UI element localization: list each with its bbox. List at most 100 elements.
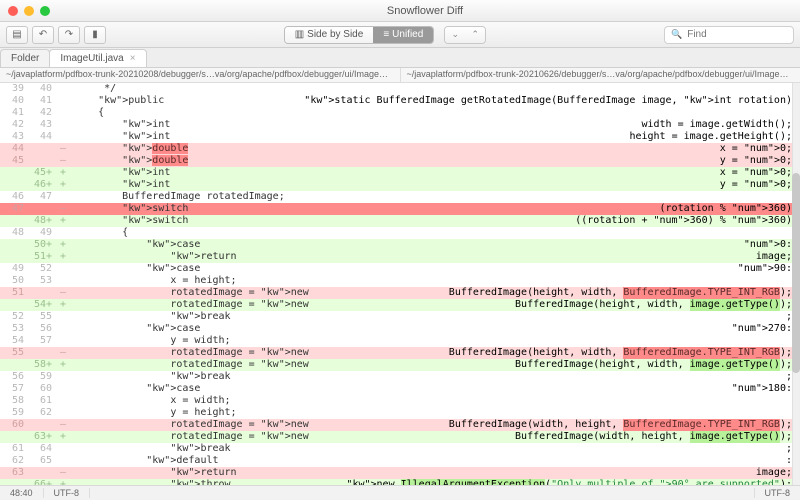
close-icon[interactable] bbox=[8, 6, 18, 16]
left-lineno bbox=[0, 239, 28, 251]
save-icon: ▤ bbox=[12, 29, 21, 40]
close-tab-icon[interactable]: × bbox=[130, 53, 136, 64]
diff-row[interactable]: 3940 */ bbox=[0, 83, 792, 95]
diff-marker: — bbox=[56, 287, 70, 299]
right-lineno: 48+ bbox=[28, 215, 56, 227]
diff-row[interactable]: 4142 { bbox=[0, 107, 792, 119]
next-diff-button[interactable]: ⌃ bbox=[465, 27, 485, 43]
diff-row[interactable]: 4243 "kw">int width = image.getWidth(); bbox=[0, 119, 792, 131]
prev-diff-button[interactable]: ⌄ bbox=[445, 27, 465, 43]
diff-row[interactable]: 4849 { bbox=[0, 227, 792, 239]
diff-row[interactable]: 45— "kw">double y = "num">0; bbox=[0, 155, 792, 167]
diff-marker: — bbox=[56, 143, 70, 155]
diff-row[interactable]: 51— rotatedImage = "kw">new BufferedImag… bbox=[0, 287, 792, 299]
code-text: "kw">double bbox=[70, 155, 714, 167]
statusbar: 48:40 UTF-8 UTF-8 bbox=[0, 485, 800, 500]
diff-row[interactable]: 44— "kw">double x = "num">0; bbox=[0, 143, 792, 155]
code-text: "kw">int bbox=[70, 167, 714, 179]
diff-row[interactable]: 5457 y = width; bbox=[0, 335, 792, 347]
scrollbar[interactable] bbox=[792, 83, 800, 485]
diff-row[interactable]: 5659 "kw">break; bbox=[0, 371, 792, 383]
right-lineno: 52 bbox=[28, 263, 56, 275]
left-lineno bbox=[0, 359, 28, 371]
code-lines[interactable]: 3940 */4041 "kw">public "kw">static Buff… bbox=[0, 83, 792, 485]
diff-row[interactable]: 51++ "kw">return image; bbox=[0, 251, 792, 263]
diff-row[interactable]: 63— "kw">return image; bbox=[0, 467, 792, 479]
undo-button[interactable]: ↶ bbox=[32, 26, 54, 44]
diff-row[interactable]: 4952 "kw">case "num">90: bbox=[0, 263, 792, 275]
diff-row[interactable]: 5356 "kw">case "num">270: bbox=[0, 323, 792, 335]
diff-marker bbox=[56, 335, 70, 347]
diff-row[interactable]: 60— rotatedImage = "kw">new BufferedImag… bbox=[0, 419, 792, 431]
right-lineno: 54+ bbox=[28, 299, 56, 311]
redo-button[interactable]: ↷ bbox=[58, 26, 80, 44]
tabbar: Folder ImageUtil.java× bbox=[0, 48, 800, 68]
left-lineno: 41 bbox=[0, 107, 28, 119]
minimize-icon[interactable] bbox=[24, 6, 34, 16]
right-lineno: 64 bbox=[28, 443, 56, 455]
diff-row[interactable]: 54++ rotatedImage = "kw">new BufferedIma… bbox=[0, 299, 792, 311]
left-lineno bbox=[0, 215, 28, 227]
diff-row[interactable]: 58++ rotatedImage = "kw">new BufferedIma… bbox=[0, 359, 792, 371]
diff-row[interactable]: 50++ "kw">case "num">0: bbox=[0, 239, 792, 251]
diff-row[interactable]: 6265 "kw">default: bbox=[0, 455, 792, 467]
diff-row[interactable]: 5053 x = height; bbox=[0, 275, 792, 287]
diff-row[interactable]: 55— rotatedImage = "kw">new BufferedImag… bbox=[0, 347, 792, 359]
code-text: */ bbox=[70, 83, 792, 95]
save-button[interactable]: ▤ bbox=[6, 26, 28, 44]
code-text: rotatedImage = "kw">new bbox=[70, 419, 443, 431]
diff-row[interactable]: 47— "kw">switch (rotation % "num">360) bbox=[0, 203, 792, 215]
right-lineno: 57 bbox=[28, 335, 56, 347]
right-lineno: 41 bbox=[28, 95, 56, 107]
diff-marker bbox=[56, 383, 70, 395]
code-text: "kw">throw bbox=[70, 479, 346, 485]
code-text: "kw">break bbox=[70, 371, 786, 383]
left-lineno: 49 bbox=[0, 263, 28, 275]
search-icon: 🔍 bbox=[671, 29, 682, 40]
right-lineno: 46+ bbox=[28, 179, 56, 191]
code-text: rotatedImage = "kw">new bbox=[70, 431, 509, 443]
window-title: Snowflower Diff bbox=[58, 5, 792, 17]
diff-row[interactable]: 5962 y = height; bbox=[0, 407, 792, 419]
sidebar-toggle[interactable]: ▮ bbox=[84, 26, 106, 44]
diff-row[interactable]: 63++ rotatedImage = "kw">new BufferedIma… bbox=[0, 431, 792, 443]
right-lineno: 44 bbox=[28, 131, 56, 143]
view-unified[interactable]: ≡Unified bbox=[373, 27, 433, 43]
right-lineno: 49 bbox=[28, 227, 56, 239]
view-sidebyside[interactable]: ▥Side by Side bbox=[285, 27, 374, 43]
code-text: x = width; bbox=[70, 395, 792, 407]
search-input[interactable] bbox=[687, 29, 787, 40]
diff-row[interactable]: 66++ "kw">throw "kw">new IllegalArgument… bbox=[0, 479, 792, 485]
diff-marker: + bbox=[56, 359, 70, 371]
diff-row[interactable]: 45++ "kw">int x = "num">0; bbox=[0, 167, 792, 179]
tab-folder[interactable]: Folder bbox=[0, 49, 50, 67]
diff-marker: + bbox=[56, 167, 70, 179]
right-lineno bbox=[28, 155, 56, 167]
code-text: "kw">break bbox=[70, 443, 786, 455]
diff-row[interactable]: 4647 BufferedImage rotatedImage; bbox=[0, 191, 792, 203]
diff-row[interactable]: 4041 "kw">public "kw">static BufferedIma… bbox=[0, 95, 792, 107]
code-text: "kw">switch bbox=[70, 215, 569, 227]
right-lineno: 50+ bbox=[28, 239, 56, 251]
cursor-pos: 48:40 bbox=[0, 488, 44, 498]
diff-row[interactable]: 5255 "kw">break; bbox=[0, 311, 792, 323]
diff-row[interactable]: 46++ "kw">int y = "num">0; bbox=[0, 179, 792, 191]
zoom-icon[interactable] bbox=[40, 6, 50, 16]
left-lineno: 56 bbox=[0, 371, 28, 383]
diff-row[interactable]: 5760 "kw">case "num">180: bbox=[0, 383, 792, 395]
encoding-left: UTF-8 bbox=[44, 488, 91, 498]
diff-marker bbox=[56, 95, 70, 107]
search-field[interactable]: 🔍 bbox=[664, 26, 794, 44]
diff-row[interactable]: 4344 "kw">int height = image.getHeight()… bbox=[0, 131, 792, 143]
redo-icon: ↷ bbox=[65, 29, 73, 40]
right-lineno: 47 bbox=[28, 191, 56, 203]
tab-file[interactable]: ImageUtil.java× bbox=[49, 49, 146, 67]
right-lineno bbox=[28, 203, 56, 215]
right-lineno bbox=[28, 287, 56, 299]
code-text: rotatedImage = "kw">new bbox=[70, 347, 443, 359]
diff-row[interactable]: 6164 "kw">break; bbox=[0, 443, 792, 455]
left-lineno: 43 bbox=[0, 131, 28, 143]
scrollbar-thumb[interactable] bbox=[792, 173, 800, 373]
diff-row[interactable]: 5861 x = width; bbox=[0, 395, 792, 407]
diff-row[interactable]: 48++ "kw">switch ((rotation + "num">360)… bbox=[0, 215, 792, 227]
